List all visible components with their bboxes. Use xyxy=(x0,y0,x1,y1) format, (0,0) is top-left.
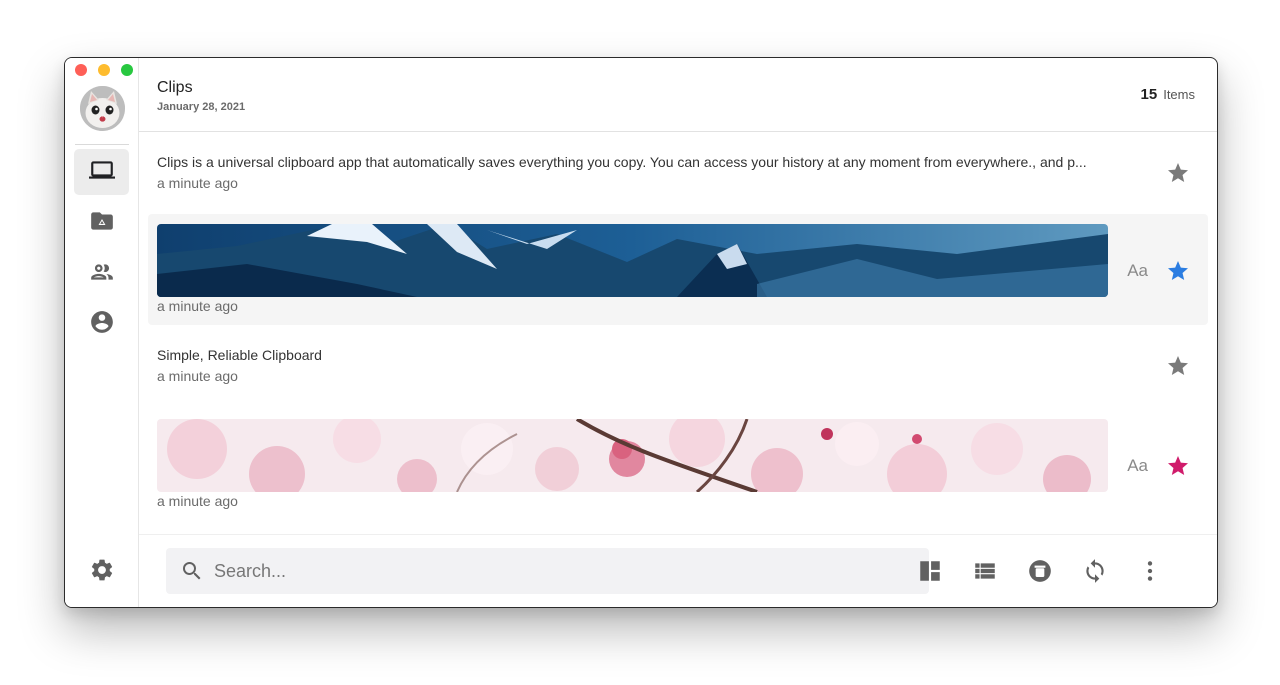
star-icon[interactable] xyxy=(1166,354,1190,378)
close-window-button[interactable] xyxy=(75,64,87,76)
more-vert-icon xyxy=(1147,561,1153,581)
sidebar-item-drive[interactable] xyxy=(74,200,129,246)
settings-button[interactable] xyxy=(74,549,129,595)
clip-text: Clips is a universal clipboard app that … xyxy=(157,154,1087,170)
more-button[interactable] xyxy=(1137,558,1163,584)
laptop-icon xyxy=(88,157,115,188)
app-window: Clips January 28, 2021 15 Items Clips is … xyxy=(64,57,1218,608)
delete-icon xyxy=(1029,560,1051,582)
star-icon[interactable] xyxy=(1166,259,1190,283)
clip-time: a minute ago xyxy=(157,368,238,384)
list-view-button[interactable] xyxy=(972,558,998,584)
sync-button[interactable] xyxy=(1082,558,1108,584)
account-circle-icon xyxy=(89,309,115,340)
item-count: 15 Items xyxy=(1141,86,1195,103)
clip-image-cherry-blossoms xyxy=(157,419,1108,492)
dashboard-view-icon xyxy=(920,561,940,581)
sidebar-divider xyxy=(75,144,129,145)
clip-time: a minute ago xyxy=(157,298,238,314)
delete-button[interactable] xyxy=(1027,558,1053,584)
page-title: Clips xyxy=(157,79,193,96)
sidebar-item-people[interactable] xyxy=(74,251,129,297)
search-bar xyxy=(166,548,929,594)
dashboard-view-button[interactable] xyxy=(917,558,943,584)
clip-time: a minute ago xyxy=(157,493,238,509)
minimize-window-button[interactable] xyxy=(98,64,110,76)
people-icon xyxy=(89,259,115,290)
gear-icon xyxy=(89,557,115,588)
header: Clips January 28, 2021 15 Items xyxy=(139,58,1217,132)
bottom-toolbar xyxy=(139,534,1217,607)
clip-item[interactable]: a minute ago Aa xyxy=(148,214,1208,325)
star-icon[interactable] xyxy=(1166,454,1190,478)
clip-list: Clips is a universal clipboard app that … xyxy=(139,132,1217,534)
search-input[interactable] xyxy=(212,559,929,583)
sync-icon xyxy=(1086,559,1104,583)
item-count-number: 15 xyxy=(1140,86,1158,103)
format-text-button[interactable]: Aa xyxy=(1127,456,1148,476)
clip-item[interactable]: Clips is a universal clipboard app that … xyxy=(148,132,1208,214)
format-text-button[interactable]: Aa xyxy=(1127,261,1148,281)
avatar[interactable] xyxy=(80,86,125,131)
zoom-window-button[interactable] xyxy=(121,64,133,76)
folder-drive-icon xyxy=(89,208,115,239)
sidebar xyxy=(65,58,139,607)
list-view-icon xyxy=(975,563,995,579)
clip-image-mountains xyxy=(157,224,1108,297)
clip-text: Simple, Reliable Clipboard xyxy=(157,347,322,363)
page-date: January 28, 2021 xyxy=(157,101,246,113)
star-icon[interactable] xyxy=(1166,161,1190,185)
search-icon xyxy=(183,562,201,580)
sidebar-item-devices[interactable] xyxy=(74,149,129,195)
item-count-label: Items xyxy=(1163,87,1195,102)
clip-item[interactable]: Simple, Reliable Clipboard a minute ago xyxy=(148,325,1208,407)
clip-time: a minute ago xyxy=(157,175,238,191)
sidebar-item-account[interactable] xyxy=(74,301,129,347)
clip-item[interactable]: a minute ago Aa xyxy=(148,407,1208,518)
